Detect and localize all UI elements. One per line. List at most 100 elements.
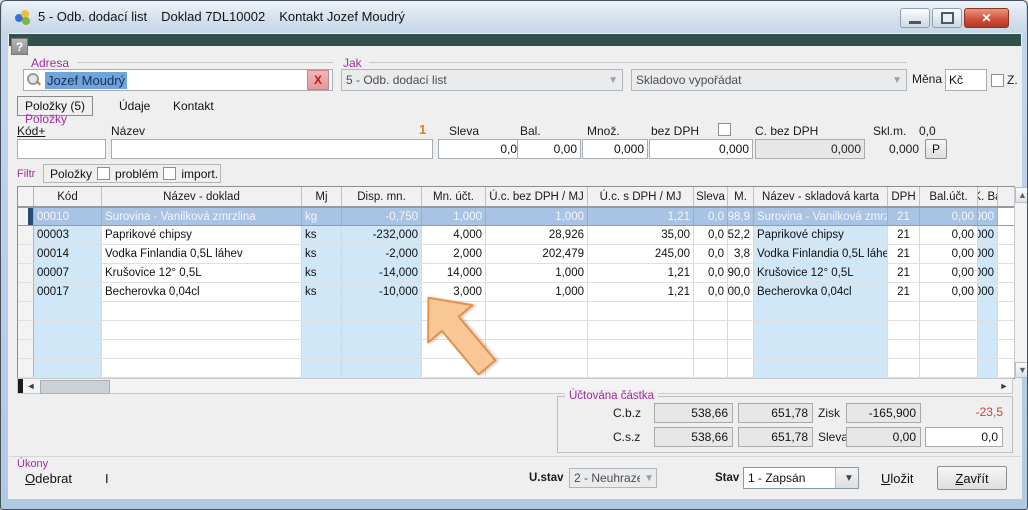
kod-input[interactable]	[17, 139, 106, 159]
table-header-cell[interactable]: DPH	[888, 187, 920, 206]
table-cell[interactable]: Vodka Finlandia 0,5L láhev	[754, 245, 888, 263]
vyporadat-dropdown[interactable]: Skladovo vypořádat▼	[631, 69, 907, 91]
table-header-cell[interactable]: Název - doklad	[102, 187, 302, 206]
minimize-button[interactable]	[900, 8, 930, 28]
table-cell[interactable]: 1,000	[486, 208, 588, 225]
bez-dph-input[interactable]: 0,000	[649, 139, 753, 159]
table-cell[interactable]: 21	[888, 226, 920, 244]
table-cell[interactable]: 1,21	[588, 208, 694, 225]
table-cell[interactable]: -2,000	[342, 245, 422, 263]
table-header-cell[interactable]: Bal.účt.	[920, 187, 978, 206]
problem-checkbox[interactable]	[97, 167, 110, 180]
table-cell[interactable]: Vodka Finlandia 0,5L láhev	[102, 245, 302, 263]
table-header-cell[interactable]: Kód	[34, 187, 102, 206]
table-cell[interactable]: 21	[888, 208, 920, 225]
table-cell[interactable]: 00010	[34, 208, 102, 225]
table-cell[interactable]: Krušovice 12° 0,5L	[754, 264, 888, 282]
row-selector[interactable]	[18, 226, 34, 244]
table-cell[interactable]: 1,000	[422, 208, 486, 225]
table-header-cell[interactable]: Ú.c. bez DPH / MJ	[486, 187, 588, 206]
table-cell[interactable]: ks	[302, 264, 342, 282]
table-cell[interactable]: Becherovka 0,04cl	[102, 283, 302, 301]
table-cell[interactable]: -10,000	[342, 283, 422, 301]
table-cell[interactable]: 4,000	[422, 226, 486, 244]
z-checkbox[interactable]	[991, 74, 1004, 87]
table-cell[interactable]: kg	[302, 208, 342, 225]
table-cell[interactable]: 0,0000	[978, 226, 998, 244]
table-row[interactable]: 00017Becherovka 0,04clks-10,0003,0001,00…	[18, 283, 1014, 302]
row-selector[interactable]	[18, 283, 34, 301]
table-cell[interactable]: -232,000	[342, 226, 422, 244]
table-cell[interactable]: Surovina - Vanilková zmrzlina	[754, 208, 888, 225]
table-cell[interactable]: 35,00	[588, 226, 694, 244]
kod-label[interactable]: Kód+	[17, 124, 45, 138]
table-header-cell[interactable]: Sleva	[694, 187, 728, 206]
table-cell[interactable]: 0,00	[920, 264, 978, 282]
table-cell[interactable]: 0,00	[920, 283, 978, 301]
clear-adresa-button[interactable]: X	[307, 70, 329, 90]
tab-kontakt[interactable]: Kontakt	[173, 99, 214, 113]
adresa-input[interactable]: Jozef Moudrý X	[23, 69, 333, 91]
vertical-scrollbar[interactable]: ▲ ▼	[1014, 187, 1028, 378]
table-cell[interactable]: ks	[302, 245, 342, 263]
mena-input[interactable]: Kč	[945, 69, 987, 91]
table-cell[interactable]: 0,0000	[978, 264, 998, 282]
table-cell[interactable]: -98,9	[728, 208, 754, 225]
table-cell[interactable]: ks	[302, 283, 342, 301]
table-cell[interactable]: 52,2	[728, 226, 754, 244]
table-cell[interactable]: 0,0000	[978, 283, 998, 301]
nazev-input[interactable]	[111, 139, 433, 159]
table-cell[interactable]: 202,479	[486, 245, 588, 263]
table-cell[interactable]: 1,21	[588, 283, 694, 301]
stav-dropdown[interactable]: 1 - Zapsán ▼	[743, 467, 859, 489]
restore-button[interactable]	[932, 8, 962, 28]
table-cell[interactable]: 21	[888, 264, 920, 282]
row-selector[interactable]	[18, 208, 34, 225]
table-cell[interactable]: Paprikové chipsy	[754, 226, 888, 244]
table-cell[interactable]: 21	[888, 245, 920, 263]
table-cell[interactable]: Krušovice 12° 0,5L	[102, 264, 302, 282]
table-cell[interactable]: 0,0	[694, 226, 728, 244]
table-header-cell[interactable]: Mj	[302, 187, 342, 206]
table-header-cell[interactable]: Disp. mn.	[342, 187, 422, 206]
ulozit-button[interactable]: Uložit	[881, 471, 914, 486]
sleva-percent-input[interactable]: 0,0	[925, 427, 1003, 447]
table-cell[interactable]: -14,000	[342, 264, 422, 282]
table-cell[interactable]: -0,750	[342, 208, 422, 225]
tab-udaje[interactable]: Údaje	[119, 99, 150, 113]
table-header-cell[interactable]: M.	[728, 187, 754, 206]
scroll-down-button[interactable]: ▼	[1015, 362, 1028, 378]
table-cell[interactable]: 28,926	[486, 226, 588, 244]
table-cell[interactable]: 0,00	[920, 208, 978, 225]
table-cell[interactable]: 1,000	[486, 283, 588, 301]
table-cell[interactable]: 0,0	[694, 245, 728, 263]
table-cell[interactable]: 21	[888, 283, 920, 301]
table-cell[interactable]: 00003	[34, 226, 102, 244]
items-table[interactable]: KódNázev - dokladMjDisp. mn.Mn. účt.Ú.c.…	[17, 186, 1015, 379]
mnoz-input[interactable]: 0,000	[582, 139, 648, 159]
hscroll-thumb[interactable]	[40, 380, 110, 394]
table-row[interactable]: 00007Krušovice 12° 0,5Lks-14,00014,0001,…	[18, 264, 1014, 283]
table-row[interactable]: 00010Surovina - Vanilková zmrzlinakg-0,7…	[18, 207, 1014, 226]
table-cell[interactable]: Paprikové chipsy	[102, 226, 302, 244]
scroll-up-button[interactable]: ▲	[1015, 187, 1028, 203]
table-header-cell[interactable]: Ú.c. s DPH / MJ	[588, 187, 694, 206]
table-cell[interactable]: 00017	[34, 283, 102, 301]
table-row[interactable]: 00014Vodka Finlandia 0,5L láhevks-2,0002…	[18, 245, 1014, 264]
ustav-dropdown[interactable]: 2 - Neuhrazené, be: ▼	[569, 468, 657, 488]
table-header-cell[interactable]: Mn. účt.	[422, 187, 486, 206]
scroll-right-button[interactable]: ►	[996, 379, 1012, 393]
table-cell[interactable]: 2,000	[422, 245, 486, 263]
bez-dph-checkbox[interactable]	[718, 123, 731, 136]
table-cell[interactable]: Surovina - Vanilková zmrzlina	[102, 208, 302, 225]
table-cell[interactable]: 00014	[34, 245, 102, 263]
scroll-left-button[interactable]: ◄	[23, 379, 39, 393]
horizontal-scrollbar[interactable]: ◄ ►	[17, 378, 1013, 394]
odebrat-button[interactable]: Odebrat	[25, 471, 72, 486]
table-cell[interactable]: -90,0	[728, 264, 754, 282]
table-cell[interactable]: 245,00	[588, 245, 694, 263]
import-checkbox[interactable]	[163, 167, 176, 180]
row-selector[interactable]	[18, 264, 34, 282]
table-cell[interactable]: 0,0	[694, 264, 728, 282]
jak-dropdown[interactable]: 5 - Odb. dodací list▼	[341, 69, 623, 91]
